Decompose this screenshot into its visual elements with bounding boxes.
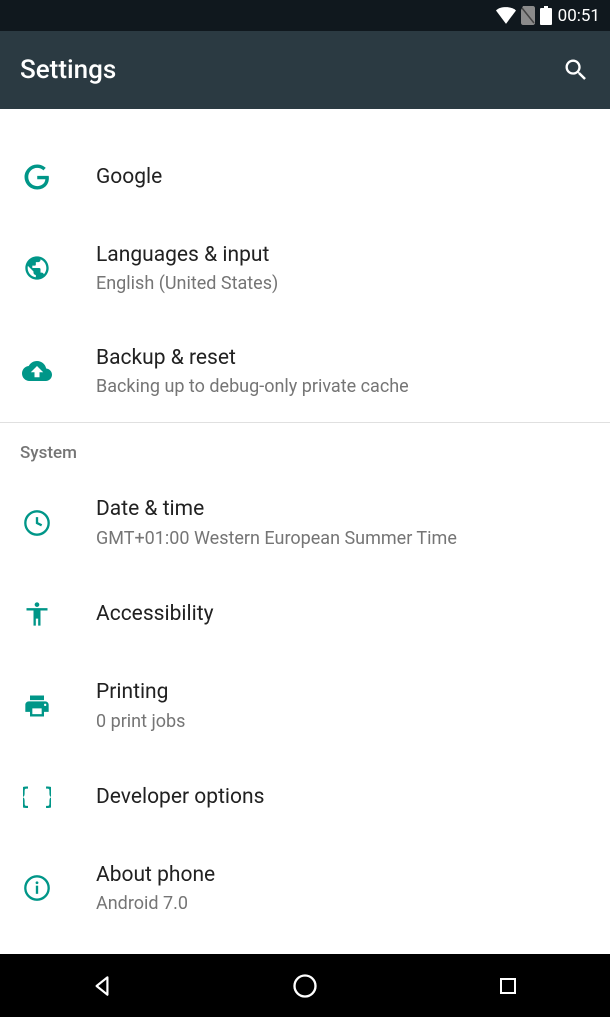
accessibility-title: Accessibility	[96, 600, 214, 628]
status-time: 00:51	[558, 6, 600, 26]
about-subtitle: Android 7.0	[96, 892, 215, 915]
home-button[interactable]	[291, 972, 319, 1000]
languages-subtitle: English (United States)	[96, 272, 278, 295]
printing-subtitle: 0 print jobs	[96, 710, 185, 733]
settings-list: Google Languages & input English (United…	[0, 109, 610, 954]
settings-item-developer[interactable]: { } Developer options	[0, 757, 610, 837]
settings-item-languages[interactable]: Languages & input English (United States…	[0, 217, 610, 320]
settings-item-printing[interactable]: Printing 0 print jobs	[0, 654, 610, 757]
printer-icon	[22, 691, 52, 721]
settings-item-about[interactable]: About phone Android 7.0	[0, 837, 610, 940]
backup-icon	[22, 356, 52, 386]
back-button[interactable]	[88, 972, 116, 1000]
settings-item-google[interactable]: Google	[0, 137, 610, 217]
backup-title: Backup & reset	[96, 344, 409, 372]
settings-item-accessibility[interactable]: Accessibility	[0, 574, 610, 654]
section-header-system: System	[0, 423, 610, 471]
navigation-bar	[0, 954, 610, 1017]
status-bar: 00:51	[0, 0, 610, 31]
settings-item-backup[interactable]: Backup & reset Backing up to debug-only …	[0, 320, 610, 423]
accessibility-icon	[22, 599, 52, 629]
google-icon	[22, 162, 52, 192]
backup-subtitle: Backing up to debug-only private cache	[96, 375, 409, 398]
printing-title: Printing	[96, 678, 185, 706]
google-title: Google	[96, 163, 162, 191]
app-bar: Settings	[0, 31, 610, 109]
svg-text:{ }: { }	[23, 783, 51, 810]
globe-icon	[22, 253, 52, 283]
settings-item-datetime[interactable]: Date & time GMT+01:00 Western European S…	[0, 471, 610, 574]
battery-icon	[540, 6, 552, 25]
braces-icon: { }	[22, 782, 52, 812]
wifi-icon	[496, 7, 516, 24]
info-icon	[22, 873, 52, 903]
recents-button[interactable]	[494, 972, 522, 1000]
datetime-title: Date & time	[96, 495, 457, 523]
page-title: Settings	[20, 55, 116, 85]
about-title: About phone	[96, 861, 215, 889]
languages-title: Languages & input	[96, 241, 278, 269]
clock-icon	[22, 508, 52, 538]
datetime-subtitle: GMT+01:00 Western European Summer Time	[96, 527, 457, 550]
search-button[interactable]	[562, 56, 590, 84]
no-sim-icon	[520, 6, 536, 25]
developer-title: Developer options	[96, 783, 264, 811]
